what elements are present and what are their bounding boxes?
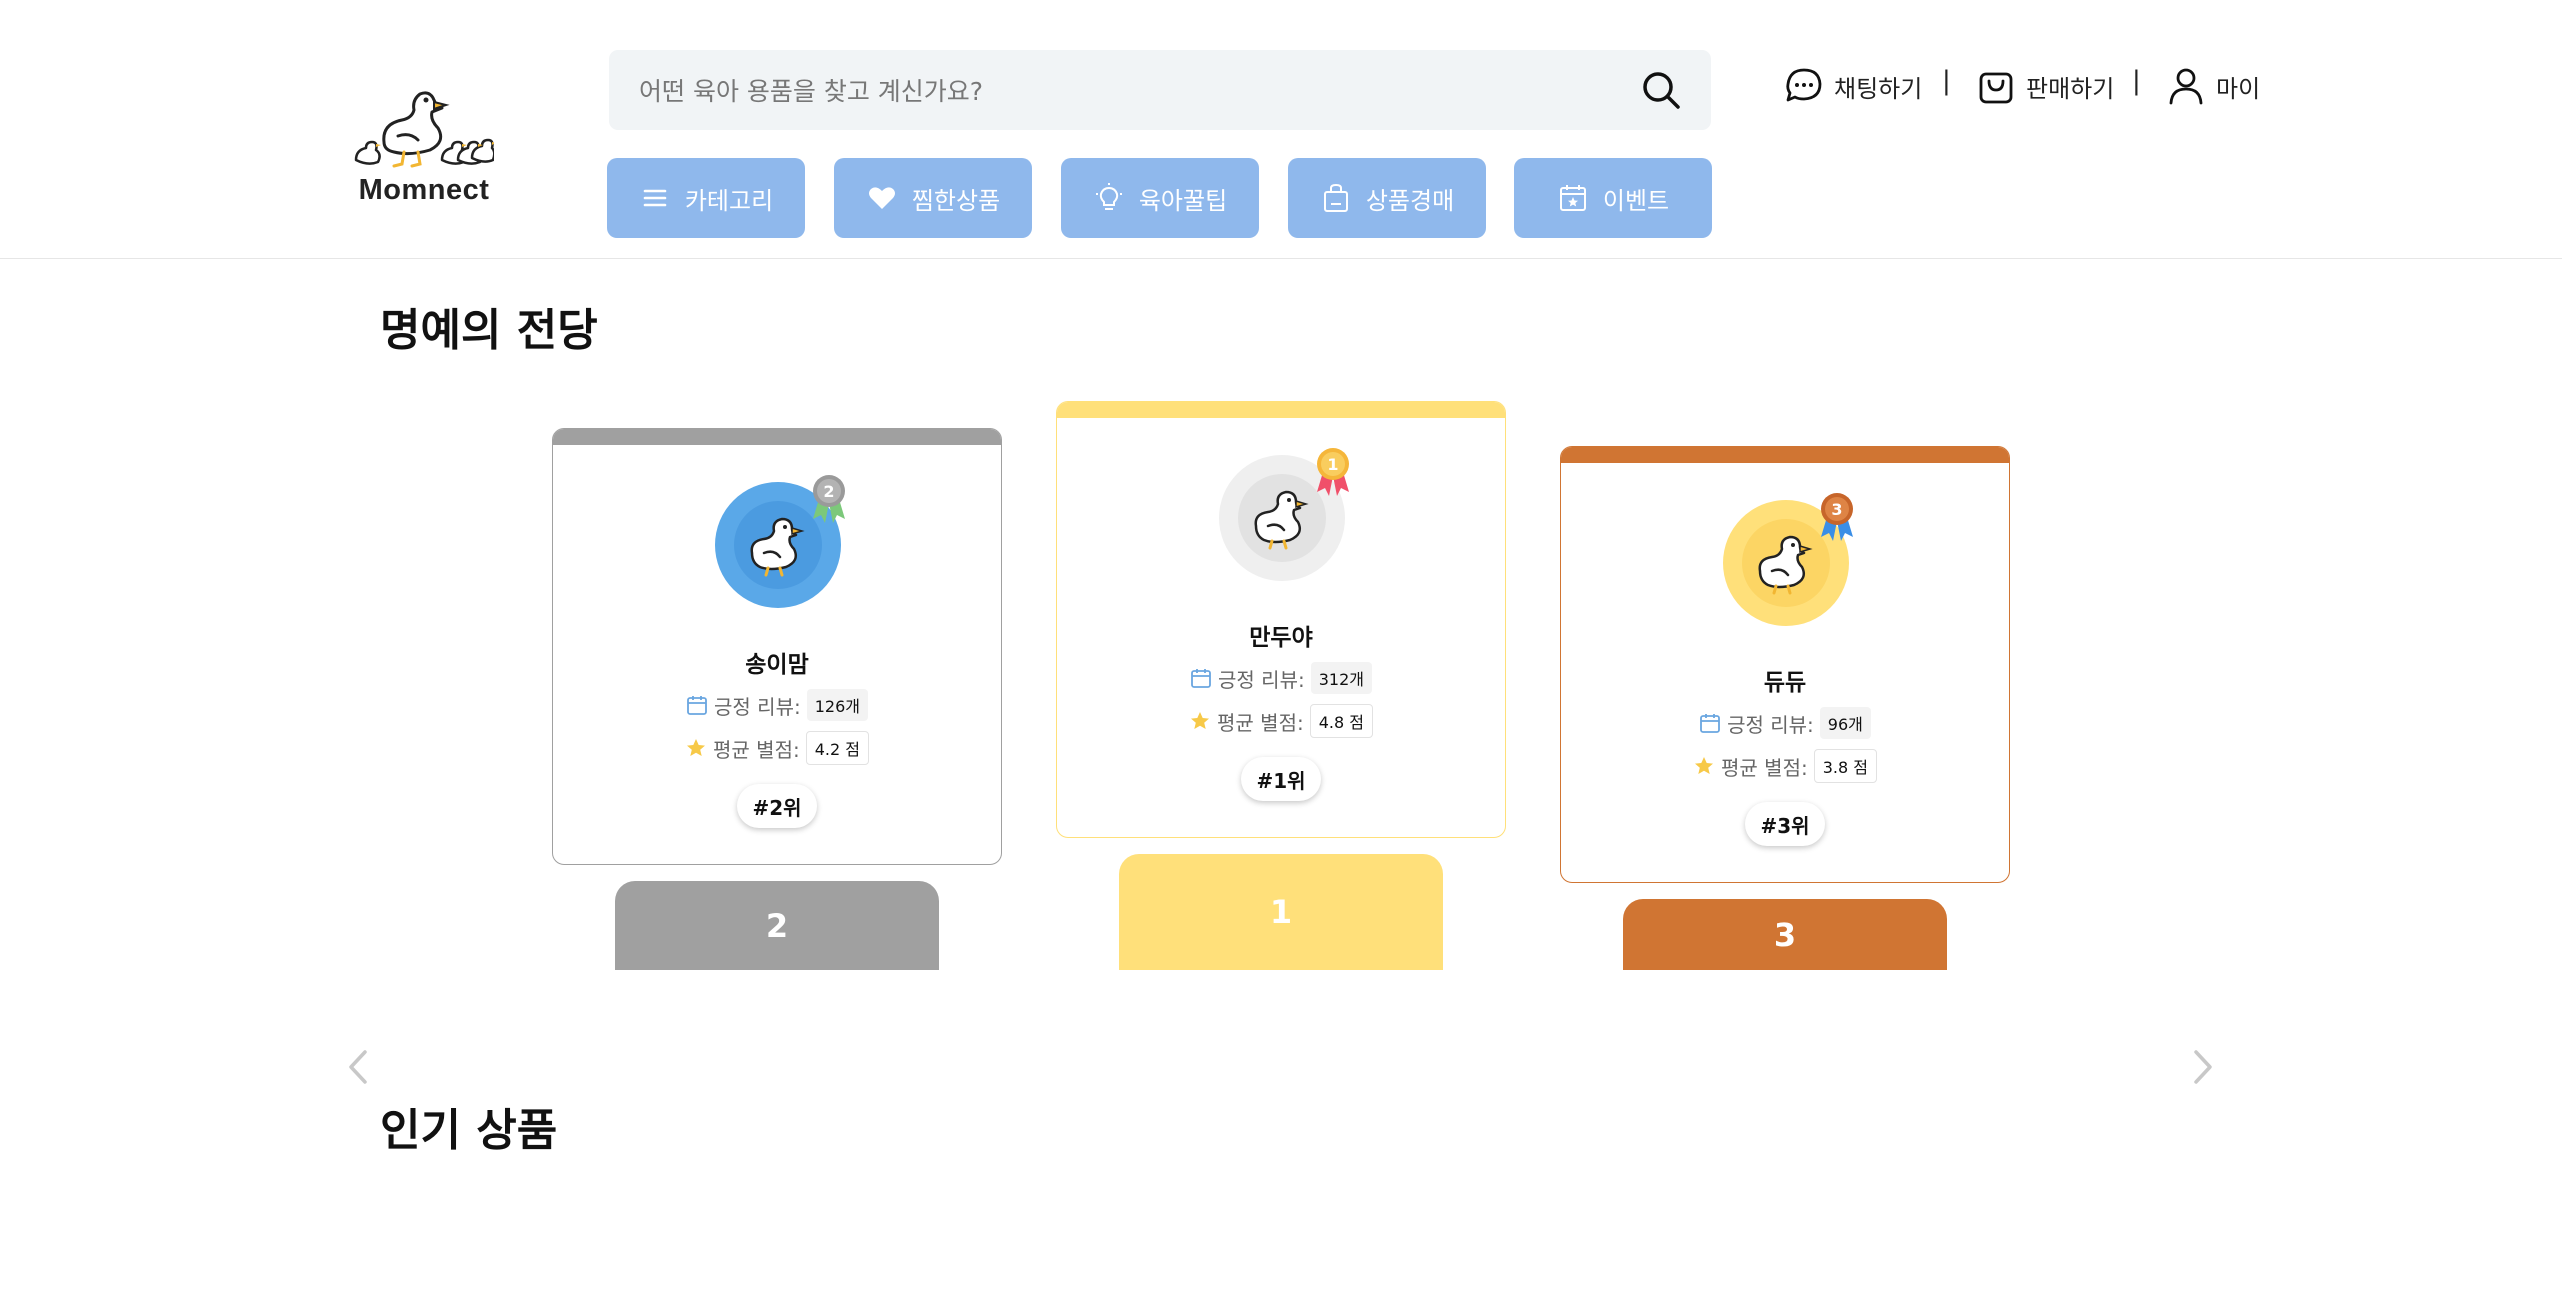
hall-of-fame-title: 명예의 전당 xyxy=(380,305,598,356)
chat-label: 채팅하기 xyxy=(1834,74,1923,103)
rank-card-color-bar xyxy=(1561,447,2009,463)
rank-card-1[interactable]: 1 만두야 긍정 리뷰: 312개 평균 별점: 4.8 점 #1위 xyxy=(1056,401,1506,838)
svg-text:2: 2 xyxy=(823,482,834,501)
rank-badge: #1위 xyxy=(1241,757,1321,801)
review-stat: 긍정 리뷰: 312개 xyxy=(1057,662,1505,694)
podium-3: 3 xyxy=(1623,899,1947,970)
rank-card-color-bar xyxy=(553,429,1001,445)
calendar-icon xyxy=(687,696,707,715)
rank-badge: #2위 xyxy=(737,784,817,828)
calendar-icon xyxy=(1191,669,1211,688)
review-stat: 긍정 리뷰: 126개 xyxy=(553,689,1001,721)
nav-category-button[interactable]: 카테고리 xyxy=(607,158,805,238)
momnect-logo[interactable]: Momnect xyxy=(354,80,496,210)
star-icon xyxy=(1695,757,1714,774)
user-icon xyxy=(2169,68,2203,105)
rating-value: 4.8 점 xyxy=(1309,704,1373,738)
review-count: 312개 xyxy=(1310,662,1372,694)
nav-category-label: 카테고리 xyxy=(684,186,774,215)
nav-tips-button[interactable]: 육아꿀팁 xyxy=(1061,158,1259,238)
search-input[interactable] xyxy=(637,50,1601,132)
rating-stat: 평균 별점: 4.8 점 xyxy=(1057,704,1505,738)
rank-card-color-bar xyxy=(1057,402,1505,418)
rank-card-2[interactable]: 2 송이맘 긍정 리뷰: 126개 평균 별점: 4.2 점 #2위 xyxy=(552,428,1002,865)
nav-auction-label: 상품경매 xyxy=(1365,186,1455,215)
podium-2: 2 xyxy=(615,881,939,970)
calendar-star-icon xyxy=(1559,185,1586,211)
seller-name: 송이맘 xyxy=(745,652,809,678)
separator: | xyxy=(2132,66,2141,96)
logo-text: Momnect xyxy=(358,174,490,206)
rating-value: 4.2 점 xyxy=(805,731,869,765)
rating-stat: 평균 별점: 3.8 점 xyxy=(1561,749,2009,783)
search-icon[interactable] xyxy=(1639,68,1683,112)
chevron-left-icon[interactable] xyxy=(343,1044,373,1090)
review-count: 126개 xyxy=(806,689,868,721)
rank-badge: #3위 xyxy=(1745,802,1825,846)
shopping-bag-icon xyxy=(1979,72,2013,104)
duck-avatar-icon xyxy=(1254,490,1309,550)
bronze-medal-icon: 3 xyxy=(1821,493,1853,541)
podium-1: 1 xyxy=(1119,854,1443,970)
nav-wishlist-label: 찜한상품 xyxy=(911,186,1001,215)
sell-label: 판매하기 xyxy=(2026,74,2115,103)
my-page-label: 마이 xyxy=(2216,74,2261,103)
chat-link[interactable]: 채팅하기 xyxy=(1784,64,1922,108)
duck-avatar-icon xyxy=(1758,535,1813,595)
review-label: 긍정 리뷰: xyxy=(714,694,801,719)
nav-event-label: 이벤트 xyxy=(1602,186,1670,215)
site-header: Momnect 카테고리 찜한상품 육아꿀팁 xyxy=(0,0,2562,259)
nav-wishlist-button[interactable]: 찜한상품 xyxy=(834,158,1032,238)
nav-event-button[interactable]: 이벤트 xyxy=(1514,158,1712,238)
silver-medal-icon: 2 xyxy=(813,475,845,523)
nav-tips-label: 육아꿀팁 xyxy=(1138,186,1228,215)
my-page-link[interactable]: 마이 xyxy=(2166,64,2260,108)
chat-bubble-icon xyxy=(1786,68,1822,102)
star-icon xyxy=(687,739,706,756)
seller-name: 만두야 xyxy=(1249,625,1313,651)
sell-link[interactable]: 판매하기 xyxy=(1976,64,2114,108)
svg-text:3: 3 xyxy=(1831,500,1842,519)
calendar-icon xyxy=(1700,714,1720,733)
search-bar xyxy=(609,50,1711,132)
popular-products-title: 인기 상품 xyxy=(380,1105,558,1156)
review-count: 96개 xyxy=(1819,707,1871,739)
menu-icon xyxy=(643,189,667,207)
rating-label: 평균 별점: xyxy=(1217,710,1304,735)
gold-medal-icon: 1 xyxy=(1317,448,1349,496)
review-label: 긍정 리뷰: xyxy=(1218,667,1305,692)
rating-stat: 평균 별점: 4.2 점 xyxy=(553,731,1001,765)
rating-value: 3.8 점 xyxy=(1813,749,1877,783)
heart-icon xyxy=(868,187,895,209)
review-label: 긍정 리뷰: xyxy=(1727,712,1814,737)
duck-avatar-icon xyxy=(750,517,805,577)
lightbulb-icon xyxy=(1095,183,1122,210)
rank-card-3[interactable]: 3 듀듀 긍정 리뷰: 96개 평균 별점: 3.8 점 #3위 xyxy=(1560,446,2010,883)
rating-label: 평균 별점: xyxy=(1721,755,1808,780)
chevron-right-icon[interactable] xyxy=(2188,1044,2218,1090)
star-icon xyxy=(1191,712,1210,729)
seller-name: 듀듀 xyxy=(1763,670,1807,696)
svg-text:1: 1 xyxy=(1327,455,1338,474)
review-stat: 긍정 리뷰: 96개 xyxy=(1561,707,2009,739)
nav-auction-button[interactable]: 상품경매 xyxy=(1288,158,1486,238)
rating-label: 평균 별점: xyxy=(713,737,800,762)
duck-family-icon xyxy=(354,91,496,168)
auction-bag-icon xyxy=(1323,183,1348,212)
separator: | xyxy=(1942,66,1951,96)
